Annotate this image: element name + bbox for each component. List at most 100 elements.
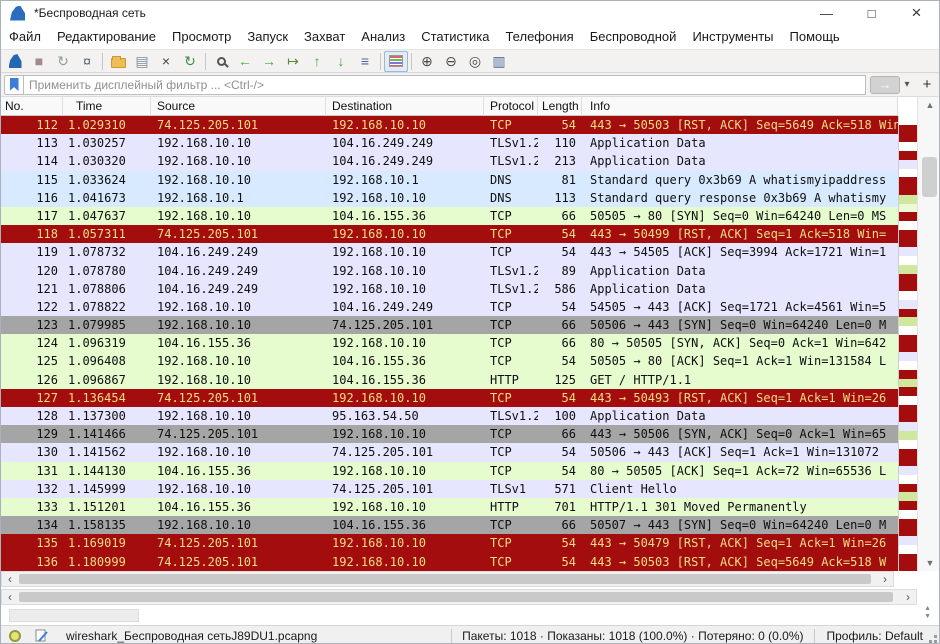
menu-item-go[interactable]: Запуск — [239, 25, 296, 49]
add-filter-button[interactable]: + — [918, 76, 936, 94]
status-bar: wireshark_Беспроводная сетьJ89DU1.pcapng… — [1, 625, 939, 644]
column-header-time[interactable]: Time — [63, 97, 151, 116]
cell-len: 54 — [538, 462, 582, 480]
column-header-source[interactable]: Source — [151, 97, 326, 116]
column-header-no[interactable]: No. — [1, 97, 63, 116]
filter-dropdown-caret[interactable]: ▾ — [900, 76, 914, 94]
packet-row-120[interactable]: 1201.078780104.16.249.249192.168.10.10TL… — [1, 262, 898, 280]
packet-row-119[interactable]: 1191.078732104.16.249.249192.168.10.10TC… — [1, 243, 898, 261]
start-capture-button[interactable] — [3, 51, 27, 72]
cell-dst: 192.168.10.10 — [326, 189, 484, 207]
reload-file-button[interactable]: ↻ — [178, 51, 202, 72]
close-file-button[interactable]: × — [154, 51, 178, 72]
vertical-scrollbar-thumb[interactable] — [922, 157, 937, 197]
secondary-hscrollbar[interactable]: ‹ › — [1, 589, 917, 605]
packet-row-130[interactable]: 1301.141562192.168.10.1074.125.205.101TC… — [1, 443, 898, 461]
menu-item-tools[interactable]: Инструменты — [684, 25, 781, 49]
find-packet-button[interactable] — [209, 51, 233, 72]
minimap-stripe — [899, 134, 917, 143]
menu-item-wireless[interactable]: Беспроводной — [582, 25, 685, 49]
maximize-button[interactable]: □ — [849, 1, 894, 25]
pane-spinner[interactable]: ▲▼ — [924, 605, 931, 621]
go-to-packet-button[interactable]: ↦ — [281, 51, 305, 72]
apply-filter-button[interactable]: → — [870, 76, 900, 94]
cell-proto: HTTP — [484, 498, 538, 516]
column-header-protocol[interactable]: Protocol — [484, 97, 538, 116]
packet-row-122[interactable]: 1221.078822192.168.10.10104.16.249.249TC… — [1, 298, 898, 316]
display-filter-input[interactable] — [24, 75, 866, 95]
packet-row-124[interactable]: 1241.096319104.16.155.36192.168.10.10TCP… — [1, 334, 898, 352]
cell-time: 1.144130 — [63, 462, 151, 480]
packet-row-125[interactable]: 1251.096408192.168.10.10104.16.155.36TCP… — [1, 352, 898, 370]
go-last-packet-button[interactable]: ↓ — [329, 51, 353, 72]
column-header-info[interactable]: Info — [582, 97, 898, 116]
packet-row-126[interactable]: 1261.096867192.168.10.10104.16.155.36HTT… — [1, 371, 898, 389]
packet-row-136[interactable]: 1361.18099974.125.205.101192.168.10.10TC… — [1, 553, 898, 571]
menu-item-statistics[interactable]: Статистика — [413, 25, 497, 49]
hscroll2-thumb[interactable] — [19, 592, 893, 602]
menu-item-capture[interactable]: Захват — [296, 25, 353, 49]
zoom-reset-button[interactable]: ◎ — [463, 51, 487, 72]
stop-capture-button[interactable]: ■ — [27, 51, 51, 72]
auto-scroll-button[interactable]: ≡ — [353, 51, 377, 72]
restart-capture-button[interactable]: ↻ — [51, 51, 75, 72]
capture-options-button[interactable]: ¤ — [75, 51, 99, 72]
column-header-length[interactable]: Length — [538, 97, 582, 116]
packet-row-114[interactable]: 1141.030320192.168.10.10104.16.249.249TL… — [1, 152, 898, 170]
column-header-destination[interactable]: Destination — [326, 97, 484, 116]
menu-item-view[interactable]: Просмотр — [164, 25, 239, 49]
hscroll2-right-icon[interactable]: › — [900, 590, 916, 604]
scroll-up-icon[interactable]: ▲ — [918, 98, 940, 112]
packet-row-117[interactable]: 1171.047637192.168.10.10104.16.155.36TCP… — [1, 207, 898, 225]
menu-item-help[interactable]: Помощь — [782, 25, 848, 49]
hscroll-left-icon[interactable]: ‹ — [2, 572, 18, 586]
packet-row-118[interactable]: 1181.05731174.125.205.101192.168.10.10TC… — [1, 225, 898, 243]
packet-list-hscrollbar[interactable]: ‹ › — [1, 571, 894, 587]
minimize-button[interactable]: — — [804, 1, 849, 25]
save-file-button[interactable]: ▤ — [130, 51, 154, 72]
packet-row-121[interactable]: 1211.078806104.16.249.249192.168.10.10TL… — [1, 280, 898, 298]
filter-bookmark-button[interactable] — [4, 75, 24, 95]
hscroll-right-icon[interactable]: › — [877, 572, 893, 586]
menu-item-edit[interactable]: Редактирование — [49, 25, 164, 49]
vertical-scrollbar[interactable]: ▲ ▼ — [917, 97, 940, 571]
minimap-stripe — [899, 195, 917, 204]
colorize-packets-button[interactable] — [384, 51, 408, 72]
packet-row-134[interactable]: 1341.158135192.168.10.10104.16.155.36TCP… — [1, 516, 898, 534]
packet-row-128[interactable]: 1281.137300192.168.10.1095.163.54.50TLSv… — [1, 407, 898, 425]
zoom-in-button[interactable]: ⊕ — [415, 51, 439, 72]
minimap-stripe — [899, 545, 917, 554]
packet-row-123[interactable]: 1231.079985192.168.10.1074.125.205.101TC… — [1, 316, 898, 334]
cell-info: Application Data — [582, 152, 898, 170]
packet-row-133[interactable]: 1331.151201104.16.155.36192.168.10.10HTT… — [1, 498, 898, 516]
scroll-down-icon[interactable]: ▼ — [918, 556, 940, 570]
packet-row-129[interactable]: 1291.14146674.125.205.101192.168.10.10TC… — [1, 425, 898, 443]
cell-no: 125 — [1, 352, 63, 370]
packet-row-112[interactable]: 1121.02931074.125.205.101192.168.10.10TC… — [1, 116, 898, 134]
hscroll2-left-icon[interactable]: ‹ — [2, 590, 18, 604]
packet-row-113[interactable]: 1131.030257192.168.10.10104.16.249.249TL… — [1, 134, 898, 152]
packet-row-131[interactable]: 1311.144130104.16.155.36192.168.10.10TCP… — [1, 462, 898, 480]
menu-item-telephony[interactable]: Телефония — [497, 25, 581, 49]
resize-grip[interactable] — [934, 640, 937, 643]
packet-row-135[interactable]: 1351.16901974.125.205.101192.168.10.10TC… — [1, 534, 898, 552]
go-forward-button[interactable]: → — [257, 51, 281, 72]
go-back-button[interactable]: ← — [233, 51, 257, 72]
packet-row-116[interactable]: 1161.041673192.168.10.1192.168.10.10DNS1… — [1, 189, 898, 207]
hscroll-thumb[interactable] — [19, 574, 871, 584]
close-button[interactable]: × — [894, 1, 939, 25]
profile-label[interactable]: Профиль: Default — [814, 629, 930, 643]
scrollbar-minimap[interactable] — [898, 116, 917, 571]
go-first-packet-button[interactable]: ↑ — [305, 51, 329, 72]
packet-row-132[interactable]: 1321.145999192.168.10.1074.125.205.101TL… — [1, 480, 898, 498]
menu-item-analyze[interactable]: Анализ — [353, 25, 413, 49]
packet-row-127[interactable]: 1271.13645474.125.205.101192.168.10.10TC… — [1, 389, 898, 407]
zoom-out-button[interactable]: ⊖ — [439, 51, 463, 72]
resize-columns-button[interactable]: ▥ — [487, 51, 511, 72]
expert-info-icon[interactable] — [9, 630, 21, 642]
cell-info: HTTP/1.1 301 Moved Permanently — [582, 498, 898, 516]
menu-item-file[interactable]: Файл — [1, 25, 49, 49]
packet-row-115[interactable]: 1151.033624192.168.10.10192.168.10.1DNS8… — [1, 171, 898, 189]
capture-comment-icon[interactable] — [35, 629, 48, 642]
open-file-button[interactable] — [106, 51, 130, 72]
